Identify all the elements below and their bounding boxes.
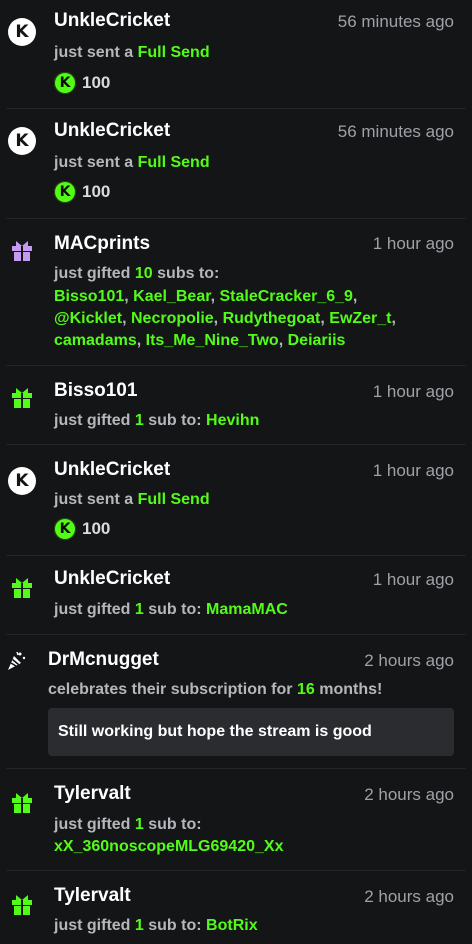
- gift-green-icon: [8, 789, 36, 817]
- kick-coin-icon: K: [54, 518, 76, 540]
- recipient-name[interactable]: @Kicklet: [54, 310, 122, 327]
- timestamp: 2 hours ago: [364, 651, 454, 670]
- event-text: just gifted 10 subs to:: [54, 265, 220, 282]
- username[interactable]: Tylervalt: [54, 783, 131, 805]
- activity-item: K UnkleCricket 1 hour ago just sent a Fu…: [0, 445, 472, 553]
- username[interactable]: UnkleCricket: [54, 568, 170, 590]
- party-popper-icon: [2, 647, 30, 675]
- gift-green-icon: [8, 574, 36, 602]
- timestamp: 1 hour ago: [372, 382, 454, 401]
- timestamp: 1 hour ago: [372, 461, 454, 480]
- recipient-name[interactable]: Rudythegoat: [223, 310, 321, 327]
- event-text: celebrates their subscription for 16 mon…: [48, 681, 383, 698]
- gift-green-icon: [8, 891, 36, 919]
- event-text: just gifted 1 sub to: MamaMAC: [54, 601, 288, 618]
- activity-item: DrMcnugget 2 hours ago celebrates their …: [0, 635, 472, 767]
- kick-k-icon: K: [8, 127, 36, 155]
- gift-green-icon: [8, 384, 36, 412]
- recipient-name[interactable]: MamaMAC: [206, 601, 288, 618]
- activity-item: UnkleCricket 1 hour ago just gifted 1 su…: [0, 556, 472, 634]
- coin-amount: K 100: [54, 181, 110, 203]
- kick-coin-icon: K: [54, 72, 76, 94]
- timestamp: 2 hours ago: [364, 785, 454, 804]
- username[interactable]: UnkleCricket: [54, 120, 170, 142]
- full-send-label: Full Send: [137, 44, 210, 61]
- timestamp: 1 hour ago: [372, 570, 454, 589]
- event-text: just gifted 1 sub to: BotRix: [54, 917, 258, 934]
- username[interactable]: DrMcnugget: [48, 649, 159, 671]
- event-text: just sent a Full Send: [54, 154, 210, 171]
- activity-item: Tylervalt 2 hours ago just gifted 1 sub …: [0, 769, 472, 869]
- gift-purple-icon: [8, 237, 36, 265]
- subscription-message: Still working but hope the stream is goo…: [48, 708, 454, 756]
- timestamp: 2 hours ago: [364, 887, 454, 906]
- recipient-name[interactable]: EwZer_t: [329, 310, 391, 327]
- activity-feed: K UnkleCricket 56 minutes ago just sent …: [0, 0, 472, 944]
- recipient-name[interactable]: Its_Me_Nine_Two: [146, 332, 279, 349]
- event-text: just gifted 1 sub to:: [54, 816, 202, 833]
- username[interactable]: Bisso101: [54, 380, 137, 402]
- recipient-list: camadams, Its_Me_Nine_Two, Deiariis: [54, 332, 346, 349]
- recipient-list: @Kicklet, Necropolie, Rudythegoat, EwZer…: [54, 310, 396, 327]
- recipient-name[interactable]: StaleCracker_6_9: [219, 288, 352, 305]
- coin-amount: K 100: [54, 72, 110, 94]
- activity-item: MACprints 1 hour ago just gifted 10 subs…: [0, 219, 472, 365]
- recipient-name[interactable]: Kael_Bear: [133, 288, 210, 305]
- kick-coin-icon: K: [54, 181, 76, 203]
- activity-item: Tylervalt 2 hours ago just gifted 1 sub …: [0, 871, 472, 944]
- timestamp: 1 hour ago: [372, 234, 454, 253]
- event-text: just gifted 1 sub to: Hevihn: [54, 412, 260, 429]
- recipient-name[interactable]: Hevihn: [206, 412, 259, 429]
- username[interactable]: UnkleCricket: [54, 459, 170, 481]
- timestamp: 56 minutes ago: [337, 122, 454, 141]
- coin-amount: K 100: [54, 518, 110, 540]
- recipient-name[interactable]: Bisso101: [54, 288, 124, 305]
- username[interactable]: UnkleCricket: [54, 10, 170, 32]
- recipient-name[interactable]: Necropolie: [131, 310, 214, 327]
- username[interactable]: MACprints: [54, 233, 150, 255]
- username[interactable]: Tylervalt: [54, 885, 131, 907]
- recipient-name[interactable]: Deiariis: [288, 332, 346, 349]
- recipient-name[interactable]: BotRix: [206, 917, 258, 934]
- recipient-list: Bisso101, Kael_Bear, StaleCracker_6_9,: [54, 288, 358, 305]
- activity-item: K UnkleCricket 56 minutes ago just sent …: [0, 109, 472, 217]
- activity-item: Bisso101 1 hour ago just gifted 1 sub to…: [0, 366, 472, 444]
- kick-k-icon: K: [8, 18, 36, 46]
- event-text: just sent a Full Send: [54, 44, 210, 61]
- recipient-name[interactable]: camadams: [54, 332, 137, 349]
- activity-item: K UnkleCricket 56 minutes ago just sent …: [0, 0, 472, 108]
- event-text: just sent a Full Send: [54, 491, 210, 508]
- kick-k-icon: K: [8, 467, 36, 495]
- timestamp: 56 minutes ago: [337, 12, 454, 31]
- recipient-list: xX_360noscopeMLG69420_Xx: [54, 838, 283, 856]
- recipient-name[interactable]: xX_360noscopeMLG69420_Xx: [54, 838, 283, 855]
- full-send-label: Full Send: [137, 491, 210, 508]
- full-send-label: Full Send: [137, 154, 210, 171]
